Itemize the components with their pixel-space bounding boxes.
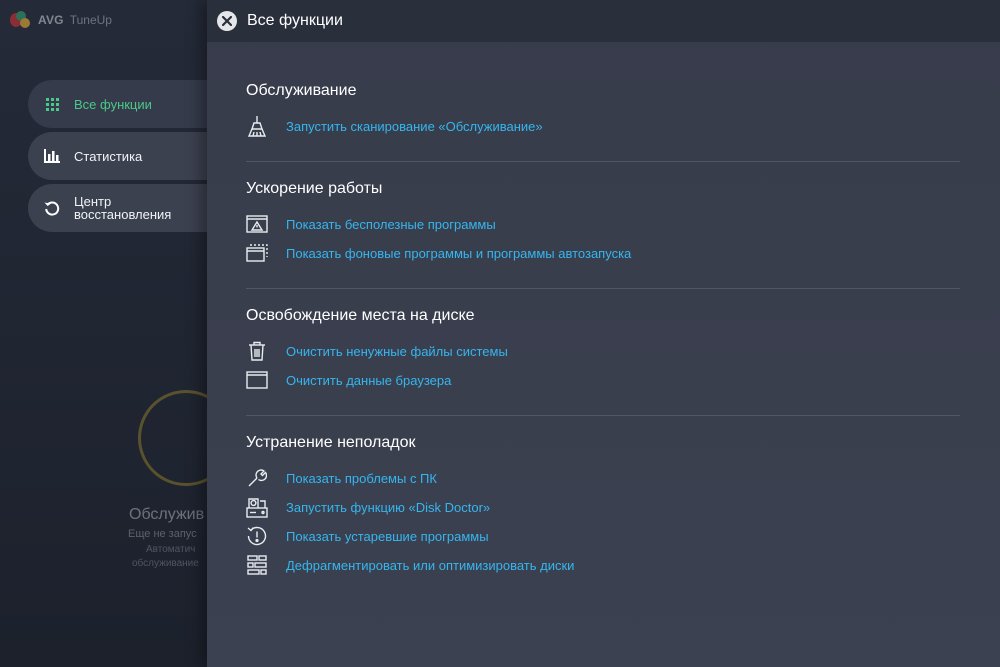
- action-label[interactable]: Запустить функцию «Disk Doctor»: [286, 500, 490, 515]
- outdated-clock-icon: [246, 525, 268, 547]
- restore-icon: [44, 200, 60, 216]
- section-title: Устранение неполадок: [246, 434, 416, 451]
- section-title: Обслуживание: [246, 82, 357, 99]
- logo-brand: AVG: [38, 13, 64, 27]
- disk-doctor-icon: [246, 496, 268, 518]
- panel-header: Все функции: [207, 0, 1000, 42]
- sidebar-item-all-functions[interactable]: Все функции: [28, 80, 208, 128]
- maintenance-desc-1: Автоматич: [146, 544, 196, 555]
- action-label[interactable]: Дефрагментировать или оптимизировать дис…: [286, 558, 574, 573]
- sidebar-item-statistics[interactable]: Статистика: [28, 132, 208, 180]
- close-icon: [222, 16, 232, 26]
- wrench-icon: [246, 467, 268, 489]
- label-line-2: восстановления: [74, 207, 172, 222]
- maintenance-card: Обслужив Еще не запус Автоматич обслужив…: [120, 390, 234, 590]
- section-speedup: Ускорение работы Показать бесполезные пр…: [246, 161, 960, 288]
- bar-chart-icon: [44, 148, 60, 164]
- maintenance-status: Еще не запус: [128, 528, 197, 540]
- avg-logo-icon: [10, 11, 32, 29]
- sidebar-item-label: Все функции: [74, 96, 152, 112]
- background-window-icon: [246, 242, 268, 264]
- sidebar-nav: Все функции Статистика Центр восстановле…: [28, 80, 208, 236]
- action-label[interactable]: Показать фоновые программы и программы а…: [286, 246, 631, 261]
- section-title: Ускорение работы: [246, 180, 383, 197]
- maintenance-title: Обслужив: [129, 506, 205, 523]
- section-disk-space: Освобождение места на диске Очистить нен…: [246, 288, 960, 415]
- broom-icon: [246, 115, 268, 137]
- section-maintenance: Обслуживание Запустить сканирование «Обс…: [246, 82, 960, 161]
- grid-icon: [44, 96, 60, 112]
- warning-window-icon: [246, 213, 268, 235]
- maintenance-desc-2: обслуживание: [132, 558, 199, 569]
- section-troubleshooting: Устранение неполадок Показать проблемы с…: [246, 415, 960, 600]
- sidebar-item-label: Статистика: [74, 148, 143, 164]
- all-functions-panel: Все функции Обслуживание Запустить скани…: [207, 0, 1000, 667]
- action-label[interactable]: Очистить ненужные файлы системы: [286, 344, 508, 359]
- browser-window-icon: [246, 369, 268, 391]
- action-label[interactable]: Показать проблемы с ПК: [286, 471, 437, 486]
- trash-icon: [246, 340, 268, 362]
- action-run-maintenance[interactable]: Запустить сканирование «Обслуживание»: [246, 109, 960, 143]
- app-logo: AVG TuneUp: [10, 10, 112, 30]
- action-defragment-disks[interactable]: Дефрагментировать или оптимизировать дис…: [246, 548, 960, 582]
- sidebar-item-label: Центр восстановления: [74, 195, 171, 221]
- action-label[interactable]: Показать бесполезные программы: [286, 217, 496, 232]
- logo-product: TuneUp: [69, 13, 112, 27]
- function-sections: Обслуживание Запустить сканирование «Обс…: [246, 82, 960, 600]
- sidebar-item-rescue-center[interactable]: Центр восстановления: [28, 184, 208, 232]
- action-clean-browser-data[interactable]: Очистить данные браузера: [246, 363, 960, 397]
- action-label[interactable]: Показать устаревшие программы: [286, 529, 489, 544]
- panel-title: Все функции: [247, 12, 343, 29]
- action-label[interactable]: Запустить сканирование «Обслуживание»: [286, 119, 543, 134]
- close-button[interactable]: [217, 11, 237, 31]
- section-title: Освобождение места на диске: [246, 307, 475, 324]
- action-label[interactable]: Очистить данные браузера: [286, 373, 451, 388]
- action-show-background-programs[interactable]: Показать фоновые программы и программы а…: [246, 236, 960, 270]
- defrag-icon: [246, 554, 268, 576]
